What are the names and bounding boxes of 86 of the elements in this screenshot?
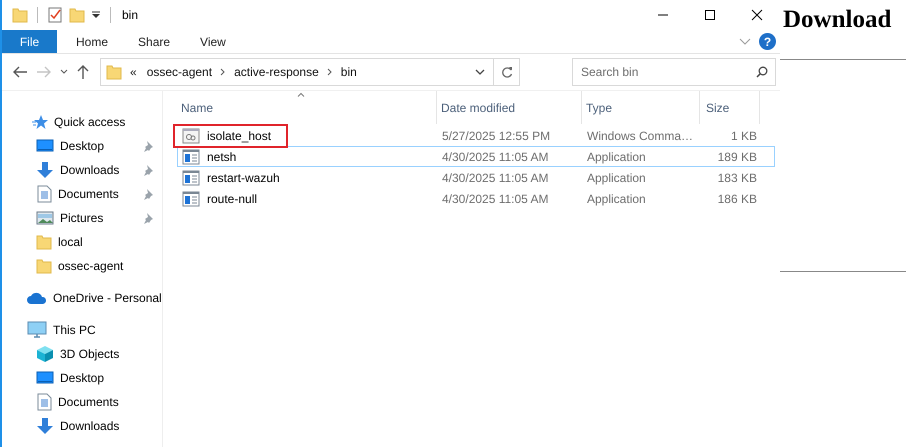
checklist-icon[interactable] bbox=[47, 7, 63, 23]
search-field[interactable]: Search bin bbox=[572, 58, 776, 86]
file-row[interactable]: netsh 4/30/2025 11:05 AM Application 189 KB bbox=[177, 146, 775, 167]
up-button[interactable] bbox=[76, 64, 90, 80]
nav-item[interactable]: ossec-agent bbox=[2, 254, 162, 278]
column-header[interactable]: Date modified bbox=[437, 91, 582, 124]
application-window-icon bbox=[182, 170, 200, 186]
size-cell-text: 189 KB bbox=[716, 150, 758, 164]
download-arrow-icon bbox=[36, 161, 54, 179]
back-button[interactable] bbox=[12, 65, 28, 79]
application-window-icon bbox=[182, 148, 200, 164]
size-cell-text: 1 KB bbox=[730, 128, 758, 142]
search-icon bbox=[756, 66, 768, 78]
nav-item[interactable]: local bbox=[2, 230, 162, 254]
chevron-right-icon bbox=[220, 68, 226, 76]
forward-arrow-icon bbox=[36, 65, 52, 79]
type-cell-text: Windows Comma… bbox=[586, 128, 694, 142]
folder-icon bbox=[12, 7, 28, 23]
document-icon bbox=[36, 185, 52, 203]
chevron-right-icon bbox=[326, 68, 333, 76]
column-header[interactable]: Name bbox=[177, 91, 437, 124]
file-row[interactable]: restart-wazuh 4/30/2025 11:05 AM Application 183 KB bbox=[177, 167, 775, 188]
date-modified-cell-text: 4/30/2025 11:05 AM bbox=[441, 192, 550, 206]
download-arrow-icon bbox=[36, 417, 54, 435]
chevron-down-icon bbox=[60, 69, 68, 75]
file-row[interactable]: isolate_host 5/27/2025 12:55 PM Windows Comma… 1 KB bbox=[177, 125, 775, 146]
nav-item[interactable]: Quick access bbox=[2, 110, 162, 134]
nav-item[interactable]: OneDrive - Personal bbox=[2, 286, 162, 310]
file-name: isolate_host bbox=[207, 128, 272, 142]
folder-icon bbox=[106, 64, 122, 80]
maximize-icon bbox=[704, 9, 716, 21]
cloud-icon bbox=[27, 291, 47, 305]
help-button[interactable]: ? bbox=[759, 33, 776, 50]
column-header[interactable]: Size bbox=[700, 91, 760, 124]
nav-item[interactable]: Downloads bbox=[2, 414, 162, 438]
refresh-icon bbox=[500, 66, 512, 78]
nav-item[interactable]: Documents bbox=[2, 182, 162, 206]
nav-item[interactable]: Downloads bbox=[2, 158, 162, 182]
date-modified-cell-text: 4/30/2025 11:05 AM bbox=[441, 150, 550, 164]
size-cell-text: 186 KB bbox=[716, 192, 758, 206]
application-window-icon bbox=[182, 190, 200, 206]
address-bar[interactable]: « ossec-agent active-response bin bbox=[100, 58, 520, 86]
nav-item[interactable]: Desktop bbox=[2, 134, 162, 158]
desktop-icon bbox=[36, 138, 54, 154]
ribbon-tab[interactable]: Share bbox=[123, 30, 186, 53]
nav-item[interactable]: This PC bbox=[2, 318, 162, 342]
breadcrumb-item[interactable]: ossec-agent bbox=[144, 65, 214, 79]
computer-icon bbox=[27, 321, 47, 339]
picture-icon bbox=[36, 211, 54, 225]
nav-item[interactable]: 3D Objects bbox=[2, 342, 162, 366]
folder-icon bbox=[36, 258, 52, 274]
file-name: netsh bbox=[207, 150, 236, 164]
type-cell-text: Application bbox=[586, 192, 647, 206]
recent-locations-button[interactable] bbox=[60, 69, 68, 75]
date-modified-cell-text: 4/30/2025 11:05 AM bbox=[441, 170, 550, 184]
folder-icon bbox=[36, 234, 52, 250]
ribbon-tab[interactable]: View bbox=[185, 30, 241, 53]
nav-item[interactable]: Desktop bbox=[2, 366, 162, 390]
document-icon bbox=[36, 393, 52, 411]
desktop-icon bbox=[36, 370, 54, 386]
file-name: route-null bbox=[207, 192, 258, 206]
window-title: bin bbox=[122, 8, 138, 22]
cube-icon bbox=[36, 345, 54, 363]
file-menu-button[interactable]: File bbox=[2, 30, 57, 53]
star-icon bbox=[32, 114, 48, 130]
file-name: restart-wazuh bbox=[207, 170, 280, 184]
breadcrumb-item[interactable]: active-response bbox=[232, 65, 321, 79]
folder-icon bbox=[69, 7, 85, 23]
breadcrumb-overflow-button[interactable]: « bbox=[128, 65, 139, 79]
dropdown-caret-icon[interactable] bbox=[91, 10, 101, 20]
type-cell-text: Application bbox=[586, 150, 647, 164]
chevron-down-icon bbox=[475, 69, 485, 75]
close-icon bbox=[750, 9, 762, 21]
file-row[interactable]: route-null 4/30/2025 11:05 AM Application 186 KB bbox=[177, 188, 775, 209]
size-cell-text: 183 KB bbox=[716, 170, 758, 184]
nav-item[interactable]: Pictures bbox=[2, 206, 162, 230]
page-heading: Download bbox=[783, 5, 892, 35]
back-arrow-icon bbox=[12, 65, 28, 79]
nav-item[interactable]: Documents bbox=[2, 390, 162, 414]
type-cell-text: Application bbox=[586, 170, 647, 184]
ribbon-tab[interactable]: Home bbox=[61, 30, 124, 53]
breadcrumb-item[interactable]: bin bbox=[338, 65, 359, 79]
up-arrow-icon bbox=[76, 64, 90, 80]
chevron-down-icon[interactable] bbox=[739, 38, 751, 46]
column-header[interactable]: Type bbox=[582, 91, 700, 124]
date-modified-cell-text: 5/27/2025 12:55 PM bbox=[441, 128, 552, 142]
